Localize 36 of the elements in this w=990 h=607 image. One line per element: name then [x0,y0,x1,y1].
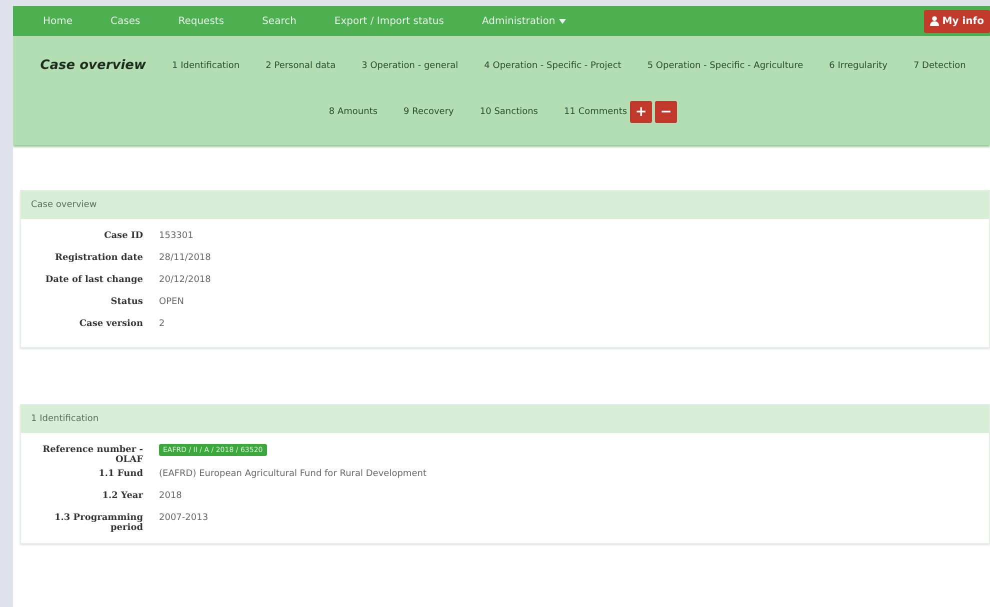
field-value: 2 [159,318,166,329]
section-tab[interactable]: 10 Sanctions [480,107,538,117]
field-label: 1.3 Programming period [54,512,143,533]
section-tab[interactable]: 11 Comments [564,107,628,117]
section-tab[interactable]: 5 Operation - Specific - Agriculture [647,60,804,70]
field-value: 28/11/2018 [159,252,212,263]
section-tab[interactable]: 4 Operation - Specific - Project [484,60,622,70]
field-label: Status [110,296,143,307]
field-value: (EAFRD) European Agricultural Fund for Rural Development [159,468,428,479]
field-value: 2018 [159,490,183,501]
field-value: OPEN [159,296,185,307]
field-label: Case ID [103,230,143,241]
field-value: 20/12/2018 [159,274,212,285]
user-icon [930,16,940,26]
section-tab[interactable]: 7 Detection [913,60,966,70]
collapse-button[interactable]: − [655,101,678,123]
section-tab[interactable]: 6 Irregularity [829,60,888,70]
field-value: 153301 [159,230,194,241]
section-tab[interactable]: Case overview [40,58,146,73]
panel-title: 1 Identification [21,405,989,433]
caret-icon [559,18,566,24]
my-info-button[interactable]: My info [924,10,990,32]
panel-title: Case overview [21,191,989,219]
field-label: 1.1 Fund [98,468,143,479]
field-value: 2007-2013 [159,512,210,523]
section-tab[interactable]: 2 Personal data [266,60,336,70]
section-tab[interactable]: 8 Amounts [328,107,378,117]
field-label: Date of last change [44,274,143,285]
field-label: Reference number - OLAF [42,444,143,465]
section-tab[interactable]: 9 Recovery [404,107,454,117]
section-tab[interactable]: 1 Identification [172,60,240,70]
field-label: Registration date [54,252,143,263]
expand-button[interactable]: + [630,101,652,123]
field-label: Case version [78,318,143,329]
section-tab[interactable]: 3 Operation - general [362,60,458,70]
field-label: 1.2 Year [101,490,143,501]
